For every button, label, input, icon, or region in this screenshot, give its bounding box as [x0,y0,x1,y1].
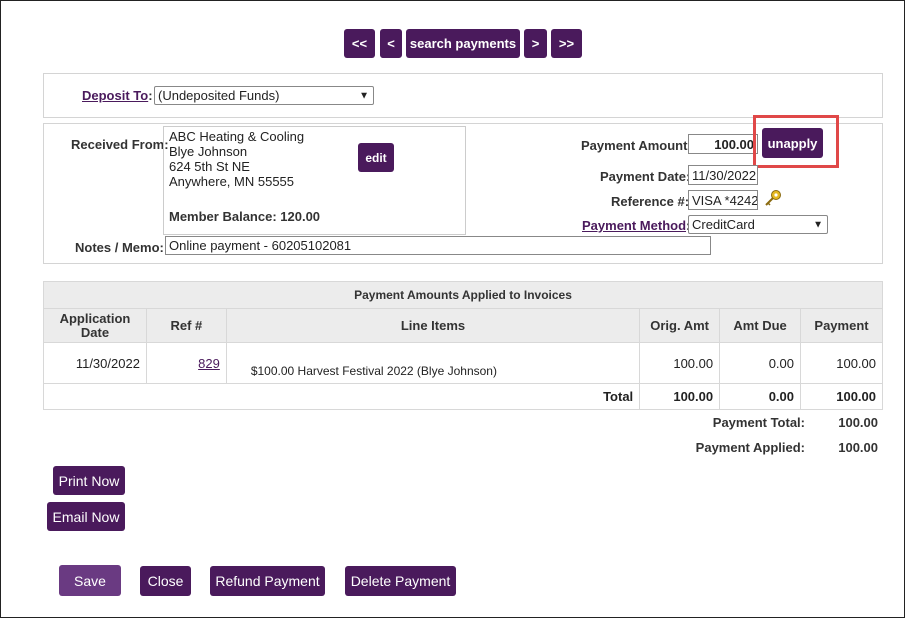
customer-name: Blye Johnson [169,144,248,159]
last-record-button[interactable]: >> [551,29,582,58]
table-title: Payment Amounts Applied to Invoices [43,281,883,309]
customer-address: ABC Heating & Cooling Blye Johnson 624 5… [169,129,304,189]
deposit-to-value: (Undeposited Funds) [158,88,280,103]
reference-input[interactable]: VISA *4242 [688,190,758,210]
payment-applied-value: 100.00 [838,440,878,455]
payment-total-label: Payment Total: [712,415,805,430]
next-record-button[interactable]: > [524,29,547,58]
total-row: Total 100.00 0.00 100.00 [42,383,883,410]
notes-memo-label: Notes / Memo: [75,240,164,255]
received-from-label: Received From: [71,137,169,152]
payment-amount-input[interactable]: 100.00 [688,134,758,154]
chevron-down-icon: ▼ [813,219,823,230]
payment-total-value: 100.00 [838,415,878,430]
header-ref: Ref # [145,308,227,343]
search-payments-button[interactable]: search payments [406,29,520,58]
refund-payment-button[interactable]: Refund Payment [210,566,325,596]
total-orig-amt: 100.00 [639,383,721,410]
row-payment: 100.00 [800,342,883,384]
total-payment: 100.00 [800,383,883,410]
close-button[interactable]: Close [140,566,191,596]
deposit-colon: : [148,88,153,103]
key-icon[interactable] [763,189,783,207]
row-orig-amt: 100.00 [639,342,721,384]
customer-street: 624 5th St NE [169,159,250,174]
invoices-table: Payment Amounts Applied to Invoices Appl… [42,281,883,410]
payment-method-select[interactable]: CreditCard ▼ [688,215,828,234]
email-now-button[interactable]: Email Now [47,502,125,531]
deposit-to-link[interactable]: Deposit To [82,88,148,103]
header-orig-amt: Orig. Amt [639,308,721,343]
payment-method-value: CreditCard [692,217,755,232]
header-application-date: Application Date [43,308,147,343]
save-button[interactable]: Save [59,565,121,596]
header-payment: Payment [800,308,883,343]
row-date: 11/30/2022 [43,342,147,384]
invoice-ref-link[interactable]: 829 [198,356,220,371]
total-amt-due: 0.00 [719,383,802,410]
first-record-button[interactable]: << [344,29,375,58]
payment-amount-label: Payment Amount: [581,138,692,153]
table-row: 11/30/2022 829 $100.00 Harvest Festival … [43,342,883,384]
highlight-box [753,115,839,168]
delete-payment-button[interactable]: Delete Payment [345,566,456,596]
header-amt-due: Amt Due [719,308,802,343]
payment-method-link[interactable]: Payment Method [582,218,686,233]
notes-memo-input[interactable]: Online payment - 60205102081 [165,236,711,255]
edit-customer-button[interactable]: edit [358,143,394,172]
customer-company: ABC Heating & Cooling [169,129,305,144]
deposit-to-label: Deposit To: [82,88,153,103]
payment-date-label: Payment Date: [600,169,691,184]
payment-method-label: Payment Method: [582,218,690,233]
total-label: Total [42,383,641,410]
print-now-button[interactable]: Print Now [53,466,125,495]
header-line-items: Line Items [225,308,641,343]
row-line-item: $100.00 Harvest Festival 2022 (Blye John… [225,342,641,384]
deposit-to-select[interactable]: (Undeposited Funds) ▼ [154,86,374,105]
member-balance: Member Balance: 120.00 [169,209,321,224]
customer-city: Anywhere, MN 55555 [169,174,295,189]
payment-applied-label: Payment Applied: [695,440,805,455]
previous-record-button[interactable]: < [380,29,402,58]
row-ref-cell: 829 [145,342,227,384]
chevron-down-icon: ▼ [359,90,369,101]
row-amt-due: 0.00 [719,342,802,384]
reference-label: Reference #: [611,194,690,209]
payment-date-input[interactable]: 11/30/2022 [688,165,758,185]
